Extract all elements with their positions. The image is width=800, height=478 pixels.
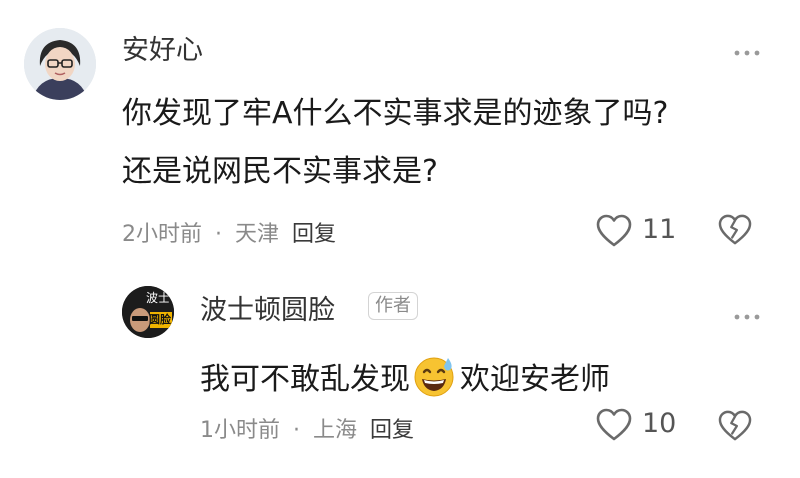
like-button[interactable]: 11	[596, 212, 686, 252]
reply-author-name[interactable]: 波士顿圆脸	[200, 288, 335, 327]
more-options-icon[interactable]	[734, 38, 760, 63]
dislike-button[interactable]	[718, 214, 752, 250]
comment-text-line-2: 还是说网民不实事求是?	[122, 154, 438, 189]
reply-more-options-icon[interactable]	[734, 302, 760, 327]
meta-separator: ·	[293, 418, 300, 443]
reply-time: 1小时前	[200, 418, 280, 443]
comment-text-line-1: 你发现了牢A什么不实事求是的迹象了吗?	[122, 96, 669, 131]
author-badge: 作者	[368, 292, 418, 320]
comment-meta: 2小时前 · 天津 回复	[122, 216, 336, 248]
reply-location: 上海	[313, 418, 358, 443]
reply-text-part-1: 我可不敢乱发现	[200, 362, 410, 397]
grinning-sweat-emoji-icon	[414, 357, 454, 397]
reply-text-part-2: 欢迎安老师	[460, 362, 610, 397]
heart-outline-icon	[596, 408, 632, 441]
meta-separator: ·	[215, 222, 222, 247]
comment-location: 天津	[235, 222, 280, 247]
heart-outline-icon	[596, 214, 632, 247]
reply-text: 我可不敢乱发现 欢迎安老师	[200, 354, 610, 398]
reply-avatar[interactable]: 波士 圆脸	[122, 286, 174, 338]
avatar-text-top: 波士	[146, 291, 171, 305]
reply-button[interactable]: 回复	[370, 418, 414, 443]
broken-heart-icon	[718, 410, 752, 441]
avatar-portrait-image	[24, 28, 96, 100]
reply-button[interactable]: 回复	[292, 222, 336, 247]
comment-author-name[interactable]: 安好心	[122, 28, 203, 67]
reply-meta: 1小时前 · 上海 回复	[200, 412, 414, 444]
reply-like-count: 10	[642, 408, 677, 439]
reply-dislike-button[interactable]	[718, 410, 752, 446]
reply-like-button[interactable]: 10	[596, 406, 686, 446]
avatar[interactable]	[24, 28, 96, 100]
like-count: 11	[642, 214, 677, 245]
avatar-text-bottom: 圆脸	[149, 313, 171, 326]
broken-heart-icon	[718, 214, 752, 245]
comment-time: 2小时前	[122, 222, 202, 247]
